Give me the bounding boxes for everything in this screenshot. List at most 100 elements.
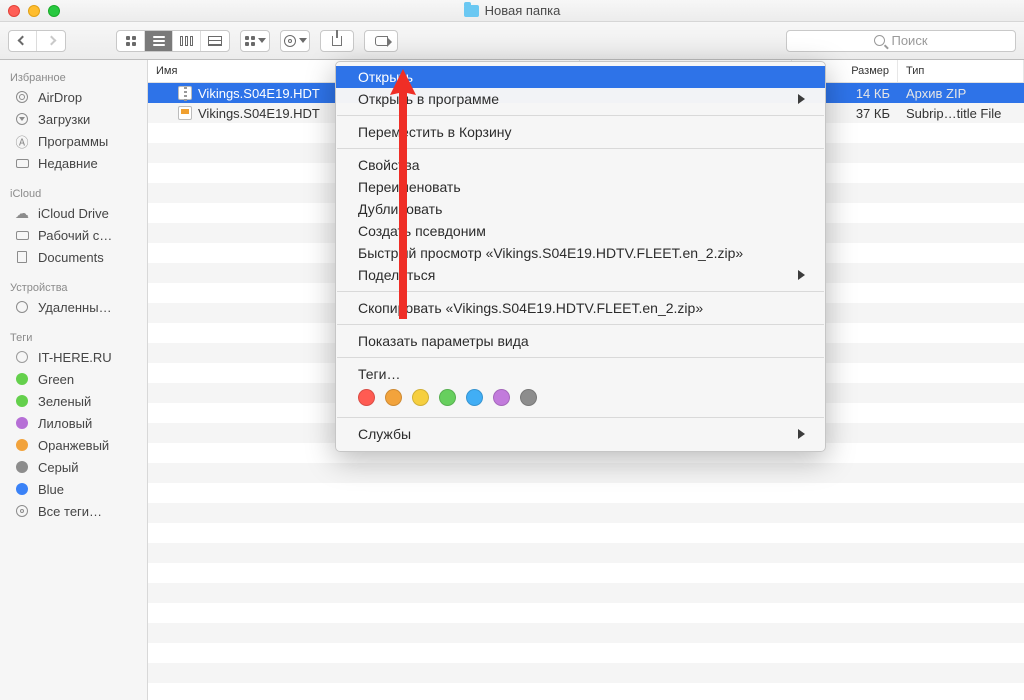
sidebar-tag-item[interactable]: Все теги…	[0, 500, 147, 522]
sidebar-tag-item[interactable]: Серый	[0, 456, 147, 478]
menu-item[interactable]: Службы	[336, 423, 825, 445]
menu-tag-colors-row	[336, 385, 825, 412]
search-icon	[874, 35, 885, 46]
menu-separator	[337, 357, 824, 358]
tag-color-icon	[14, 415, 30, 431]
submenu-arrow-icon	[798, 429, 805, 439]
sidebar-tag-item[interactable]: Blue	[0, 478, 147, 500]
menu-item[interactable]: Переименовать	[336, 176, 825, 198]
action-button[interactable]	[281, 31, 309, 51]
menu-item[interactable]: Скопировать «Vikings.S04E19.HDTV.FLEET.e…	[336, 297, 825, 319]
tag-color-icon	[14, 437, 30, 453]
sidebar-tag-item[interactable]: Оранжевый	[0, 434, 147, 456]
menu-item[interactable]: Создать псевдоним	[336, 220, 825, 242]
search-placeholder: Поиск	[891, 33, 927, 48]
tag-color-icon	[14, 371, 30, 387]
toolbar: Поиск	[0, 22, 1024, 60]
menu-tag-color[interactable]	[466, 389, 483, 406]
tag-color-icon	[14, 349, 30, 365]
tag-color-icon	[14, 393, 30, 409]
menu-tag-color[interactable]	[358, 389, 375, 406]
arrange-button[interactable]	[241, 31, 269, 51]
sidebar-item-airdrop[interactable]: AirDrop	[0, 86, 147, 108]
menu-separator	[337, 148, 824, 149]
file-icon	[178, 86, 192, 100]
menu-separator	[337, 417, 824, 418]
documents-icon	[14, 249, 30, 265]
menu-tag-color[interactable]	[412, 389, 429, 406]
sidebar-item-desktop[interactable]: Рабочий с…	[0, 224, 147, 246]
menu-separator	[337, 324, 824, 325]
view-mode-segment	[116, 30, 230, 52]
file-list-area: Имя Дата изменения Размер Тип Vikings.S0…	[148, 60, 1024, 700]
sidebar-heading-favorites: Избранное	[0, 66, 147, 86]
view-gallery-button[interactable]	[201, 31, 229, 51]
menu-item[interactable]: Свойства	[336, 154, 825, 176]
menu-tag-color[interactable]	[493, 389, 510, 406]
file-name: Vikings.S04E19.HDT	[198, 86, 320, 101]
menu-item[interactable]: Показать параметры вида	[336, 330, 825, 352]
tag-color-icon	[14, 459, 30, 475]
window-minimize-button[interactable]	[28, 5, 40, 17]
menu-tag-color[interactable]	[439, 389, 456, 406]
sidebar-tag-item[interactable]: Лиловый	[0, 412, 147, 434]
submenu-arrow-icon	[798, 94, 805, 104]
back-button[interactable]	[9, 31, 37, 51]
file-icon	[178, 106, 192, 120]
nav-back-forward	[8, 30, 66, 52]
sidebar-item-documents[interactable]: Documents	[0, 246, 147, 268]
view-list-button[interactable]	[145, 31, 173, 51]
tags-button[interactable]	[364, 30, 398, 52]
apps-icon: Ⓐ	[14, 133, 30, 149]
submenu-arrow-icon	[798, 270, 805, 280]
menu-separator	[337, 291, 824, 292]
menu-separator	[337, 115, 824, 116]
file-kind: Архив ZIP	[898, 83, 1024, 103]
sidebar-heading-icloud: iCloud	[0, 174, 147, 202]
file-kind: Subrip…title File	[898, 103, 1024, 123]
context-menu: ОткрытьОткрыть в программе Переместить в …	[335, 61, 826, 452]
desktop-icon	[14, 227, 30, 243]
folder-icon	[464, 5, 479, 17]
menu-tag-color[interactable]	[520, 389, 537, 406]
window-maximize-button[interactable]	[48, 5, 60, 17]
view-columns-button[interactable]	[173, 31, 201, 51]
window-close-button[interactable]	[8, 5, 20, 17]
search-field[interactable]: Поиск	[786, 30, 1016, 52]
airdrop-icon	[14, 89, 30, 105]
sidebar-item-applications[interactable]: Ⓐ Программы	[0, 130, 147, 152]
sidebar-tag-item[interactable]: Green	[0, 368, 147, 390]
file-name: Vikings.S04E19.HDT	[198, 106, 320, 121]
sidebar-item-remote-disc[interactable]: Удаленны…	[0, 296, 147, 318]
share-button[interactable]	[320, 30, 354, 52]
view-icons-button[interactable]	[117, 31, 145, 51]
menu-item[interactable]: Дублировать	[336, 198, 825, 220]
sidebar-tag-item[interactable]: Зеленый	[0, 390, 147, 412]
menu-item[interactable]: Теги…	[336, 363, 825, 385]
window-title: Новая папка	[485, 3, 561, 18]
tag-color-icon	[14, 503, 30, 519]
tag-color-icon	[14, 481, 30, 497]
sidebar-heading-tags: Теги	[0, 318, 147, 346]
menu-item[interactable]: Открыть в программе	[336, 88, 825, 110]
action-segment	[280, 30, 310, 52]
sidebar-tag-item[interactable]: IT-HERE.RU	[0, 346, 147, 368]
menu-item[interactable]: Быстрый просмотр «Vikings.S04E19.HDTV.FL…	[336, 242, 825, 264]
sidebar: Избранное AirDrop Загрузки Ⓐ Программы Н…	[0, 60, 148, 700]
menu-item[interactable]: Переместить в Корзину	[336, 121, 825, 143]
window-titlebar: Новая папка	[0, 0, 1024, 22]
disc-icon	[14, 299, 30, 315]
sidebar-heading-devices: Устройства	[0, 268, 147, 296]
menu-item[interactable]: Поделиться	[336, 264, 825, 286]
sidebar-item-icloud-drive[interactable]: ☁ iCloud Drive	[0, 202, 147, 224]
arrange-segment	[240, 30, 270, 52]
downloads-icon	[14, 111, 30, 127]
recents-icon	[14, 155, 30, 171]
menu-item[interactable]: Открыть	[336, 66, 825, 88]
menu-tag-color[interactable]	[385, 389, 402, 406]
sidebar-item-recents[interactable]: Недавние	[0, 152, 147, 174]
sidebar-item-downloads[interactable]: Загрузки	[0, 108, 147, 130]
cloud-icon: ☁	[14, 205, 30, 221]
forward-button[interactable]	[37, 31, 65, 51]
column-header-kind[interactable]: Тип	[898, 60, 1024, 82]
